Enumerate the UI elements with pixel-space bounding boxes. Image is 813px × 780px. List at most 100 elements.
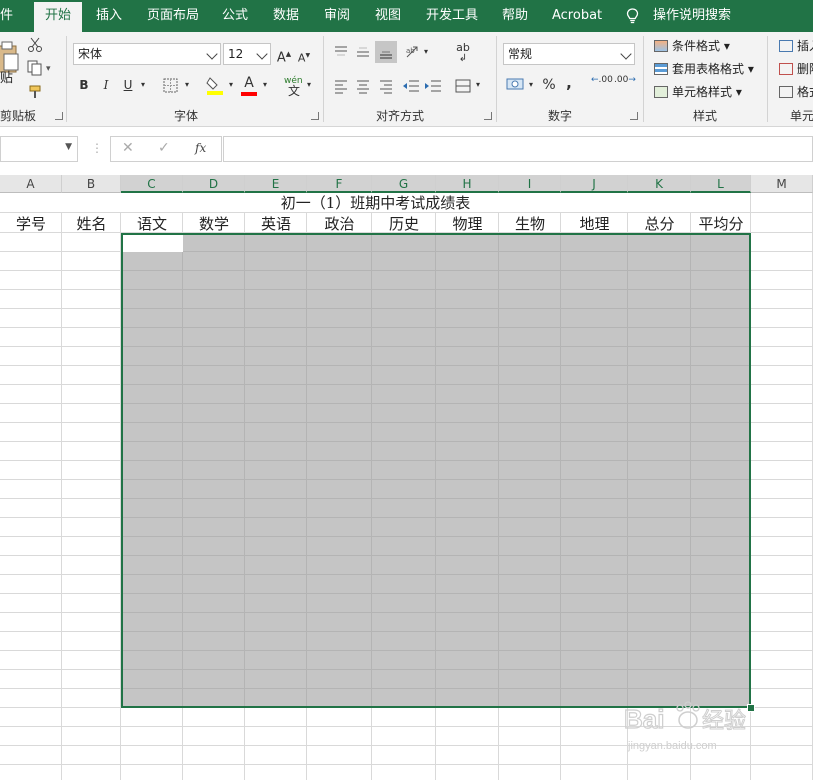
orientation-dropdown-icon[interactable]: ▾ [421,43,431,61]
grid-cell[interactable] [62,537,121,556]
header-cell[interactable]: 数学 [183,213,245,233]
grid-cell[interactable] [0,461,62,480]
column-header-a[interactable]: A [0,175,62,193]
grid-cell[interactable] [751,651,813,670]
grid-cell[interactable] [0,746,62,765]
header-cell[interactable]: 平均分 [691,213,751,233]
grid-cell[interactable] [62,594,121,613]
grid-cell[interactable] [62,442,121,461]
fill-color-icon[interactable] [206,75,224,95]
column-header-b[interactable]: B [62,175,121,193]
grid-cell[interactable] [245,765,307,780]
cancel-icon[interactable]: ✕ [122,140,134,156]
grid-cell[interactable] [751,518,813,537]
header-cell[interactable]: 语文 [121,213,183,233]
tab-insert[interactable]: 插入 [96,0,122,32]
grid-cell[interactable] [62,765,121,780]
grid-cell[interactable] [436,765,499,780]
header-cell[interactable]: 学号 [0,213,62,233]
grid-cell[interactable] [0,499,62,518]
format-painter-icon[interactable] [27,84,43,100]
column-header-j[interactable]: J [561,175,628,193]
grid-cell[interactable] [0,366,62,385]
grid-cell[interactable] [0,385,62,404]
column-header-h[interactable]: H [436,175,499,193]
delete-cells-button[interactable]: 删除 [779,60,813,78]
grid-cell[interactable] [372,708,436,727]
grow-font-button[interactable]: A▲ [276,45,292,67]
grid-cell[interactable] [0,613,62,632]
grid-cell[interactable] [0,442,62,461]
decrease-indent-icon[interactable] [402,78,420,94]
header-cell[interactable]: 总分 [628,213,691,233]
grid-cell[interactable] [751,632,813,651]
number-format-combobox[interactable]: 常规 [503,43,635,65]
grid-cell[interactable] [561,746,628,765]
tab-data[interactable]: 数据 [273,0,299,32]
header-cell[interactable]: 姓名 [62,213,121,233]
font-color-button[interactable]: A [241,74,257,92]
grid-cell[interactable] [62,461,121,480]
grid-cell[interactable] [751,347,813,366]
tab-formulas[interactable]: 公式 [222,0,248,32]
insert-cells-button[interactable]: 插入 [779,37,813,55]
tab-home[interactable]: 开始 [34,2,82,32]
sheet-title-cell[interactable]: 初一（1）班期中考试成绩表 [0,193,751,213]
grid-cell[interactable] [62,689,121,708]
grid-cell[interactable] [183,727,245,746]
grid-cell[interactable] [751,442,813,461]
grid-cell[interactable] [62,233,121,252]
copy-icon[interactable] [27,60,43,76]
grid-cell[interactable] [245,708,307,727]
font-launcher-icon[interactable] [311,112,319,120]
grid-cell[interactable] [751,385,813,404]
grid-cell[interactable] [751,499,813,518]
tab-page-layout[interactable]: 页面布局 [147,0,199,32]
decrease-decimal-button[interactable]: .00→ [614,71,636,89]
merge-dropdown-icon[interactable]: ▾ [473,76,483,94]
italic-button[interactable]: I [98,76,114,94]
tab-file[interactable]: 件 [0,0,13,32]
underline-button[interactable]: U [120,76,136,94]
borders-dropdown-icon[interactable]: ▾ [182,76,192,94]
grid-cell[interactable] [245,727,307,746]
grid-cell[interactable] [0,233,62,252]
tab-developer[interactable]: 开发工具 [426,0,478,32]
grid-cell[interactable] [183,746,245,765]
header-cell[interactable]: 地理 [561,213,628,233]
grid-cell[interactable] [436,708,499,727]
grid-cell[interactable] [62,651,121,670]
grid-cell[interactable] [62,385,121,404]
grid-cell[interactable] [0,670,62,689]
grid-cell[interactable] [751,404,813,423]
grid-cell[interactable] [62,252,121,271]
cut-icon[interactable] [27,37,43,53]
grid-cell[interactable] [751,328,813,347]
grid-cell[interactable] [62,366,121,385]
header-cell[interactable]: 历史 [372,213,436,233]
grid-cell[interactable] [121,727,183,746]
align-middle-icon[interactable] [355,44,371,60]
grid-cell[interactable] [751,537,813,556]
insert-function-icon[interactable]: fx [195,141,206,155]
clipboard-launcher-icon[interactable] [55,112,63,120]
grid-cell[interactable] [372,727,436,746]
align-bottom-button[interactable] [375,41,397,63]
fill-color-dropdown-icon[interactable]: ▾ [226,76,236,94]
grid-cell[interactable] [62,575,121,594]
grid-cell[interactable] [436,727,499,746]
borders-icon[interactable] [163,78,178,93]
name-box[interactable]: ▼ [0,136,78,162]
tab-review[interactable]: 审阅 [324,0,350,32]
font-color-dropdown-icon[interactable]: ▾ [260,76,270,94]
grid-cell[interactable] [0,575,62,594]
grid-cell[interactable] [62,328,121,347]
bold-button[interactable]: B [76,76,92,94]
grid-cell[interactable] [751,252,813,271]
grid-cell[interactable] [0,328,62,347]
align-top-icon[interactable] [333,44,349,60]
selected-range[interactable] [121,233,751,708]
accounting-dropdown-icon[interactable]: ▾ [526,76,536,94]
grid-cell[interactable] [561,765,628,780]
grid-cell[interactable] [628,765,691,780]
